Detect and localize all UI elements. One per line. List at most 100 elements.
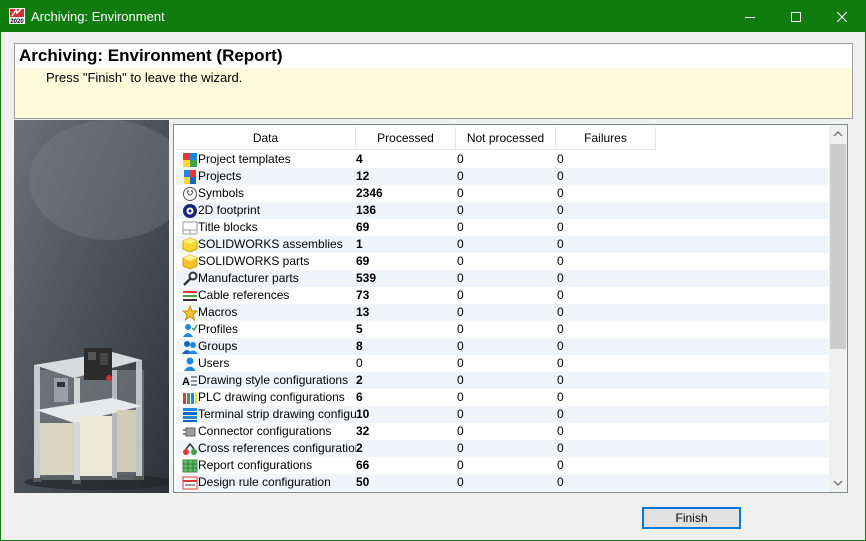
design-rule-icon — [182, 476, 198, 490]
window-title: Archiving: Environment — [31, 9, 165, 24]
row-not-processed: 0 — [457, 407, 464, 421]
row-not-processed: 0 — [457, 356, 464, 370]
table-row[interactable]: Connector configurations 32 0 0 — [176, 423, 830, 440]
close-icon — [837, 11, 847, 22]
table-row[interactable]: SOLIDWORKS assemblies 1 0 0 — [176, 236, 830, 253]
table-row[interactable]: Groups 8 0 0 — [176, 338, 830, 355]
row-processed: 13 — [356, 305, 370, 319]
row-name: PLC drawing configurations — [198, 390, 345, 404]
table-row[interactable]: Manufacturer parts 539 0 0 — [176, 270, 830, 287]
row-name: Project templates — [198, 152, 291, 166]
row-not-processed: 0 — [457, 322, 464, 336]
row-failures: 0 — [557, 169, 564, 183]
row-name: Report configurations — [198, 458, 313, 472]
table-row[interactable]: A Drawing style configurations 2 0 0 — [176, 372, 830, 389]
plc-icon — [183, 393, 197, 404]
row-not-processed: 0 — [457, 339, 464, 353]
row-name: Groups — [198, 339, 238, 353]
table-row[interactable]: Symbols 2346 0 0 — [176, 185, 830, 202]
table-row[interactable]: Project templates 4 0 0 — [176, 151, 830, 168]
column-header-processed[interactable]: Processed — [356, 127, 456, 150]
row-not-processed: 0 — [457, 237, 464, 251]
row-failures: 0 — [557, 220, 564, 234]
row-not-processed: 0 — [457, 441, 464, 455]
svg-text:2020: 2020 — [10, 19, 24, 24]
report-icon — [182, 459, 198, 473]
table-row[interactable]: Cable references 73 0 0 — [176, 287, 830, 304]
row-name: Profiles — [198, 322, 239, 336]
column-header-not-processed[interactable]: Not processed — [456, 127, 556, 150]
row-failures: 0 — [557, 305, 564, 319]
row-not-processed: 0 — [457, 475, 464, 489]
table-row[interactable]: Terminal strip drawing configur... 10 0 0 — [176, 406, 830, 423]
row-failures: 0 — [557, 407, 564, 421]
table-row[interactable]: Title blocks 69 0 0 — [176, 219, 830, 236]
table-row[interactable]: Report configurations 66 0 0 — [176, 457, 830, 474]
row-processed: 8 — [356, 339, 363, 353]
row-processed: 32 — [356, 424, 370, 438]
table-row[interactable]: Macros 13 0 0 — [176, 304, 830, 321]
row-name: Users — [198, 356, 230, 370]
table-row[interactable]: Profiles 5 0 0 — [176, 321, 830, 338]
minimize-button[interactable] — [727, 1, 773, 32]
table-row[interactable]: Users 0 0 0 — [176, 355, 830, 372]
row-failures: 0 — [557, 152, 564, 166]
electrical-cabinet-illustration — [14, 120, 169, 493]
title-bar[interactable]: 2020 Archiving: Environment — [1, 1, 865, 32]
row-failures: 0 — [557, 356, 564, 370]
row-failures: 0 — [557, 441, 564, 455]
row-processed: 0 — [356, 356, 363, 370]
page-title: Archiving: Environment (Report) — [19, 46, 283, 65]
scroll-up-button[interactable] — [829, 125, 847, 143]
table-row[interactable]: SOLIDWORKS parts 69 0 0 — [176, 253, 830, 270]
finish-button[interactable]: Finish — [642, 507, 741, 529]
title-block-icon — [182, 221, 198, 235]
vertical-scrollbar[interactable] — [829, 125, 847, 492]
profile-icon — [183, 324, 198, 337]
table-row[interactable]: 2D footprint 136 0 0 — [176, 202, 830, 219]
row-failures: 0 — [557, 339, 564, 353]
row-failures: 0 — [557, 271, 564, 285]
project-templates-icon — [183, 153, 197, 167]
scrollbar-thumb[interactable] — [830, 144, 846, 349]
row-name: Macros — [198, 305, 238, 319]
row-processed: 2 — [356, 441, 363, 455]
table-row[interactable]: PLC drawing configurations 6 0 0 — [176, 389, 830, 406]
row-not-processed: 0 — [457, 424, 464, 438]
table-row[interactable]: Projects 12 0 0 — [176, 168, 830, 185]
table-body: Project templates 4 0 0 Projects 12 0 0 Symbols 2… — [176, 151, 830, 491]
wizard-side-image — [14, 120, 169, 493]
row-not-processed: 0 — [457, 390, 464, 404]
star-icon — [182, 305, 198, 321]
maximize-button[interactable] — [773, 1, 819, 32]
scroll-down-button[interactable] — [829, 474, 847, 492]
row-not-processed: 0 — [457, 305, 464, 319]
report-table[interactable]: Data Processed Not processed Failures Pr… — [173, 124, 848, 493]
svg-text:A: A — [182, 376, 190, 388]
row-name: 2D footprint — [198, 203, 261, 217]
cable-icon — [183, 291, 197, 301]
header-title-band: Archiving: Environment (Report) — [15, 44, 852, 68]
chevron-down-icon — [833, 480, 843, 486]
column-header-failures[interactable]: Failures — [556, 127, 656, 150]
row-processed: 136 — [356, 203, 377, 217]
row-failures: 0 — [557, 322, 564, 336]
projects-icon — [184, 170, 196, 184]
row-name: Design rule configuration — [198, 475, 331, 489]
row-failures: 0 — [557, 475, 564, 489]
row-processed: 69 — [356, 220, 370, 234]
row-failures: 0 — [557, 254, 564, 268]
row-name: Symbols — [198, 186, 245, 200]
table-row[interactable]: Design rule configuration 50 0 0 — [176, 474, 830, 491]
table-row[interactable]: Cross references configurations 2 0 0 — [176, 440, 830, 457]
row-processed: 6 — [356, 390, 363, 404]
row-name: Cable references — [198, 288, 290, 302]
row-processed: 4 — [356, 152, 363, 166]
close-button[interactable] — [819, 1, 865, 32]
symbols-icon — [183, 187, 197, 201]
row-failures: 0 — [557, 203, 564, 217]
column-header-data[interactable]: Data — [176, 127, 356, 150]
row-processed: 73 — [356, 288, 370, 302]
assembly-icon — [182, 237, 198, 253]
row-not-processed: 0 — [457, 169, 464, 183]
